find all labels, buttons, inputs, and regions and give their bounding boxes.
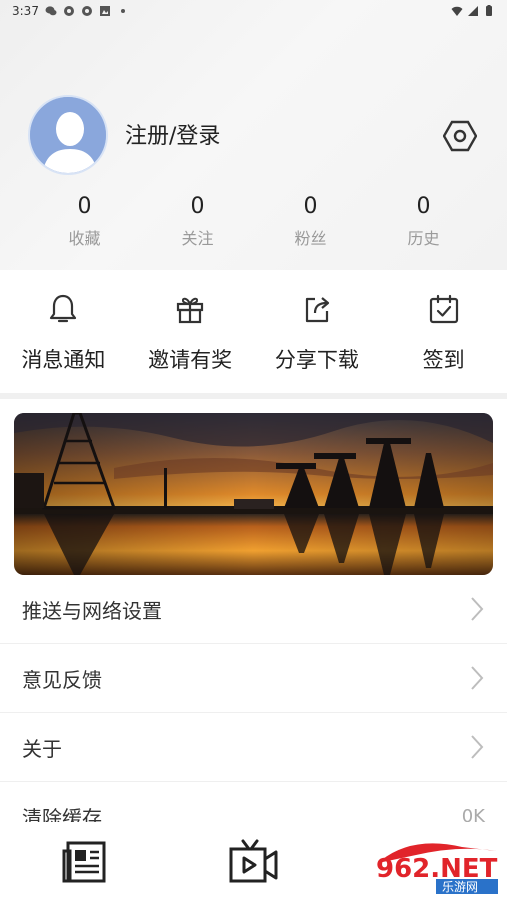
menu-label: 推送与网络设置 bbox=[22, 598, 162, 623]
settings-hexagon-icon bbox=[443, 120, 477, 152]
settings-menu: 推送与网络设置 意见反馈 关于 清除缓存 0K bbox=[0, 575, 507, 851]
stat-fans[interactable]: 0 粉丝 bbox=[254, 194, 367, 249]
stat-label: 历史 bbox=[407, 229, 440, 248]
action-label: 邀请有奖 bbox=[148, 348, 233, 372]
oilfield-sunset-image bbox=[14, 413, 493, 575]
stat-count: 0 bbox=[303, 194, 318, 219]
action-label: 分享下载 bbox=[274, 348, 359, 372]
status-bar: 3:37 bbox=[0, 0, 507, 22]
gift-icon bbox=[173, 292, 207, 326]
stat-label: 收藏 bbox=[68, 229, 101, 248]
battery-icon bbox=[486, 5, 492, 16]
stat-label: 粉丝 bbox=[294, 229, 327, 248]
avatar[interactable] bbox=[28, 95, 108, 175]
nav-video[interactable] bbox=[169, 839, 338, 885]
promo-banner[interactable] bbox=[14, 413, 493, 575]
stat-count: 0 bbox=[77, 194, 92, 219]
menu-label: 意见反馈 bbox=[22, 667, 102, 692]
action-notifications[interactable]: 消息通知 bbox=[0, 292, 127, 384]
section-divider bbox=[0, 393, 507, 399]
action-label: 消息通知 bbox=[21, 348, 106, 372]
stat-label: 关注 bbox=[181, 229, 214, 248]
stats-row: 0 收藏 0 关注 0 粉丝 0 历史 bbox=[28, 194, 480, 249]
login-link[interactable]: 注册/登录 bbox=[125, 118, 220, 150]
stat-count: 0 bbox=[416, 194, 431, 219]
news-icon bbox=[62, 841, 105, 882]
status-time: 3:37 bbox=[12, 4, 39, 18]
menu-about[interactable]: 关于 bbox=[0, 713, 507, 782]
stat-count: 0 bbox=[190, 194, 205, 219]
bell-icon bbox=[46, 292, 80, 326]
watermark-logo: 962.NET 乐游网 bbox=[370, 833, 502, 895]
video-icon bbox=[229, 839, 277, 882]
image-notification-icon bbox=[99, 6, 110, 16]
wifi-icon bbox=[451, 6, 463, 16]
menu-feedback[interactable]: 意见反馈 bbox=[0, 644, 507, 713]
action-invite[interactable]: 邀请有奖 bbox=[127, 292, 254, 384]
dot-icon bbox=[120, 9, 125, 13]
settings-button[interactable] bbox=[440, 116, 480, 156]
chevron-right-icon bbox=[471, 666, 484, 690]
action-share[interactable]: 分享下载 bbox=[254, 292, 381, 384]
calendar-check-icon bbox=[427, 292, 461, 326]
menu-label: 关于 bbox=[22, 736, 62, 761]
stat-history[interactable]: 0 历史 bbox=[367, 194, 480, 249]
wechat-icon bbox=[45, 6, 57, 16]
app-notification-icon bbox=[63, 6, 74, 16]
action-label: 签到 bbox=[422, 348, 465, 372]
nav-news[interactable] bbox=[0, 839, 169, 885]
962-logo-icon: 962.NET 乐游网 bbox=[376, 843, 498, 894]
share-icon bbox=[300, 292, 334, 326]
signal-icon bbox=[468, 6, 478, 16]
chevron-right-icon bbox=[471, 597, 484, 621]
stat-following[interactable]: 0 关注 bbox=[141, 194, 254, 249]
stat-favorites[interactable]: 0 收藏 bbox=[28, 194, 141, 249]
svg-text:乐游网: 乐游网 bbox=[442, 880, 478, 894]
action-checkin[interactable]: 签到 bbox=[380, 292, 507, 384]
app-notification-icon bbox=[81, 6, 92, 16]
menu-push-network[interactable]: 推送与网络设置 bbox=[0, 575, 507, 644]
quick-actions: 消息通知 邀请有奖 分享下载 签到 bbox=[0, 292, 507, 384]
chevron-right-icon bbox=[471, 735, 484, 759]
